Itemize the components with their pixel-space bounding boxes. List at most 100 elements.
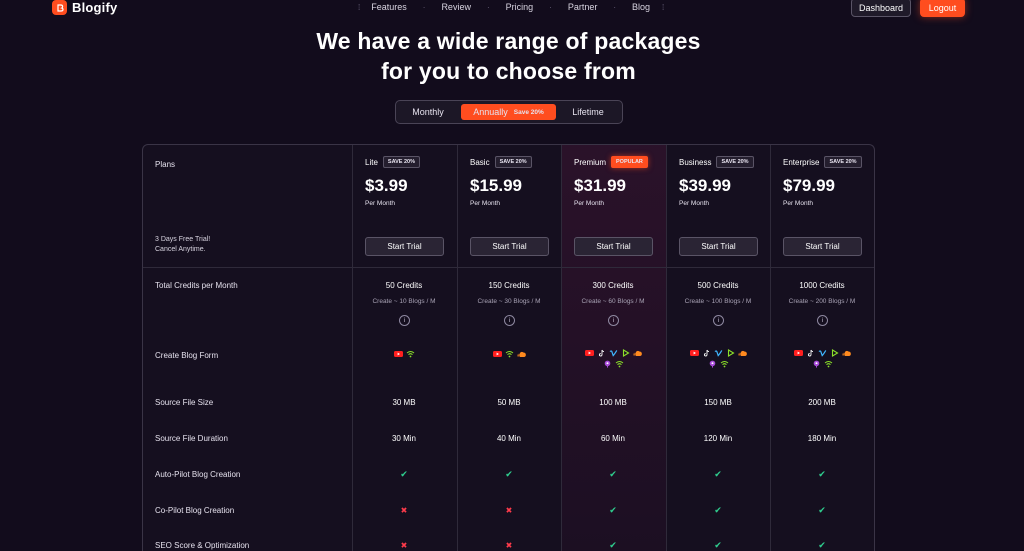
plans-header-label: Plans — [155, 160, 176, 169]
info-icon[interactable]: i — [608, 315, 619, 326]
dashboard-button[interactable]: Dashboard — [851, 0, 911, 17]
page-title: We have a wide range of packages for you… — [0, 26, 1017, 86]
plan-column-enterprise: Enterprise SAVE 20% $79.99 Per Month Sta… — [770, 145, 874, 267]
page-title-line-2: for you to choose from — [381, 58, 636, 84]
plan-badge: SAVE 20% — [382, 156, 421, 168]
page-title-line-1: We have a wide range of packages — [316, 28, 701, 54]
save-badge: Save 20% — [513, 108, 544, 116]
plan-period: Per Month — [679, 200, 709, 207]
plan-name: Enterprise — [783, 157, 820, 167]
plan-price: $31.99 — [574, 176, 626, 195]
start-trial-button-business[interactable]: Start Trial — [679, 237, 758, 256]
plan-column-business: Business SAVE 20% $39.99 Per Month Start… — [666, 145, 770, 267]
vimeo-icon — [818, 349, 827, 357]
plan-name: Lite — [365, 157, 378, 167]
row-label-duration: Source File Duration — [155, 434, 228, 443]
check-icon: ✔ — [818, 505, 826, 515]
plan-name: Business — [679, 157, 712, 167]
nav-link-features[interactable]: Features — [371, 2, 407, 12]
credits-subtext: Create ~ 200 Blogs / M — [788, 298, 856, 305]
podcast-icon — [603, 360, 612, 368]
nav-dot: · — [486, 2, 490, 12]
free-trial-note-line-1: 3 Days Free Trial! — [155, 236, 211, 243]
soundcloud-icon — [633, 349, 642, 357]
rss-feed-icon — [505, 350, 514, 358]
podcast-icon — [708, 360, 717, 368]
rumble-icon — [621, 349, 630, 357]
check-icon: ✔ — [714, 469, 722, 479]
billing-option-monthly[interactable]: Monthly — [402, 104, 454, 120]
billing-option-annually[interactable]: Annually Save 20% — [461, 104, 556, 120]
file-size-value: 30 MB — [392, 398, 416, 407]
cross-icon: ✖ — [400, 506, 408, 515]
plan-price: $39.99 — [679, 176, 731, 195]
info-icon[interactable]: i — [399, 315, 410, 326]
source-icons-business — [666, 349, 770, 368]
duration-value: 40 Min — [496, 434, 521, 443]
check-icon: ✔ — [818, 469, 826, 479]
soundcloud-icon — [517, 350, 526, 358]
plan-period: Per Month — [574, 200, 604, 207]
row-label-file-size: Source File Size — [155, 398, 214, 407]
nav-link-review[interactable]: Review — [441, 2, 471, 12]
info-icon[interactable]: i — [817, 315, 828, 326]
row-label-copilot: Co-Pilot Blog Creation — [155, 506, 235, 515]
header-row-divider — [143, 267, 874, 268]
row-label-blog-form: Create Blog Form — [155, 351, 219, 360]
check-icon: ✔ — [609, 540, 617, 550]
row-label-seo: SEO Score & Optimization — [155, 541, 250, 550]
plan-name-row: Lite SAVE 20% — [365, 156, 421, 168]
check-icon: ✔ — [609, 469, 617, 479]
duration-value: 180 Min — [807, 434, 837, 443]
nav-separator: ⁞ — [358, 2, 360, 12]
plan-badge: SAVE 20% — [824, 156, 862, 168]
cross-icon: ✖ — [505, 506, 513, 515]
nav-link-partner[interactable]: Partner — [568, 2, 598, 12]
youtube-icon — [584, 349, 594, 357]
duration-value: 30 Min — [391, 434, 416, 443]
plan-price: $3.99 — [365, 176, 408, 195]
popular-badge: POPULAR — [611, 156, 648, 168]
youtube-icon — [492, 350, 502, 358]
brand-logo[interactable]: Blogify — [52, 0, 117, 15]
billing-option-lifetime[interactable]: Lifetime — [562, 104, 614, 120]
start-trial-button-premium[interactable]: Start Trial — [574, 237, 653, 256]
source-icons-lite — [352, 350, 456, 358]
source-icons-enterprise — [770, 349, 874, 368]
main-nav: ⁞ Features · Review · Pricing · Partner … — [358, 2, 664, 12]
rss-feed-icon — [615, 360, 624, 368]
rss-feed-icon — [720, 360, 729, 368]
tiktok-icon — [702, 349, 711, 357]
plan-column-premium: Premium POPULAR $31.99 Per Month Start T… — [561, 145, 665, 267]
plan-name: Basic — [470, 157, 490, 167]
check-icon: ✔ — [714, 505, 722, 515]
free-trial-note-line-2: Cancel Anytime. — [155, 246, 206, 253]
credits-subtext: Create ~ 60 Blogs / M — [581, 298, 645, 305]
credits-subtext: Create ~ 100 Blogs / M — [684, 298, 752, 305]
row-label-autopilot: Auto-Pilot Blog Creation — [155, 470, 241, 479]
start-trial-button-enterprise[interactable]: Start Trial — [783, 237, 862, 256]
brand-name: Blogify — [72, 0, 118, 15]
info-icon[interactable]: i — [713, 315, 724, 326]
nav-link-pricing[interactable]: Pricing — [506, 2, 534, 12]
plan-name-row: Basic SAVE 20% — [470, 156, 532, 168]
billing-period-toggle: Monthly Annually Save 20% Lifetime — [395, 100, 623, 124]
pricing-table: Plans 3 Days Free Trial! Cancel Anytime.… — [142, 144, 875, 551]
credits-value: 50 Credits — [385, 281, 423, 290]
youtube-icon — [393, 350, 403, 358]
nav-link-blog[interactable]: Blog — [632, 2, 650, 12]
start-trial-button-lite[interactable]: Start Trial — [365, 237, 444, 256]
info-icon[interactable]: i — [504, 315, 515, 326]
credits-value: 1000 Credits — [799, 281, 845, 290]
plan-badge: SAVE 20% — [716, 156, 754, 168]
blogify-logo-icon — [52, 0, 67, 15]
nav-separator: ⁞ — [662, 2, 664, 12]
source-icons-premium — [561, 349, 665, 368]
tiktok-icon — [806, 349, 815, 357]
check-icon: ✔ — [505, 469, 513, 479]
soundcloud-icon — [842, 349, 851, 357]
logout-button[interactable]: Logout — [920, 0, 965, 17]
plan-column-lite: Lite SAVE 20% $3.99 Per Month Start Tria… — [352, 145, 456, 267]
start-trial-button-basic[interactable]: Start Trial — [470, 237, 549, 256]
source-icons-basic — [457, 350, 561, 358]
